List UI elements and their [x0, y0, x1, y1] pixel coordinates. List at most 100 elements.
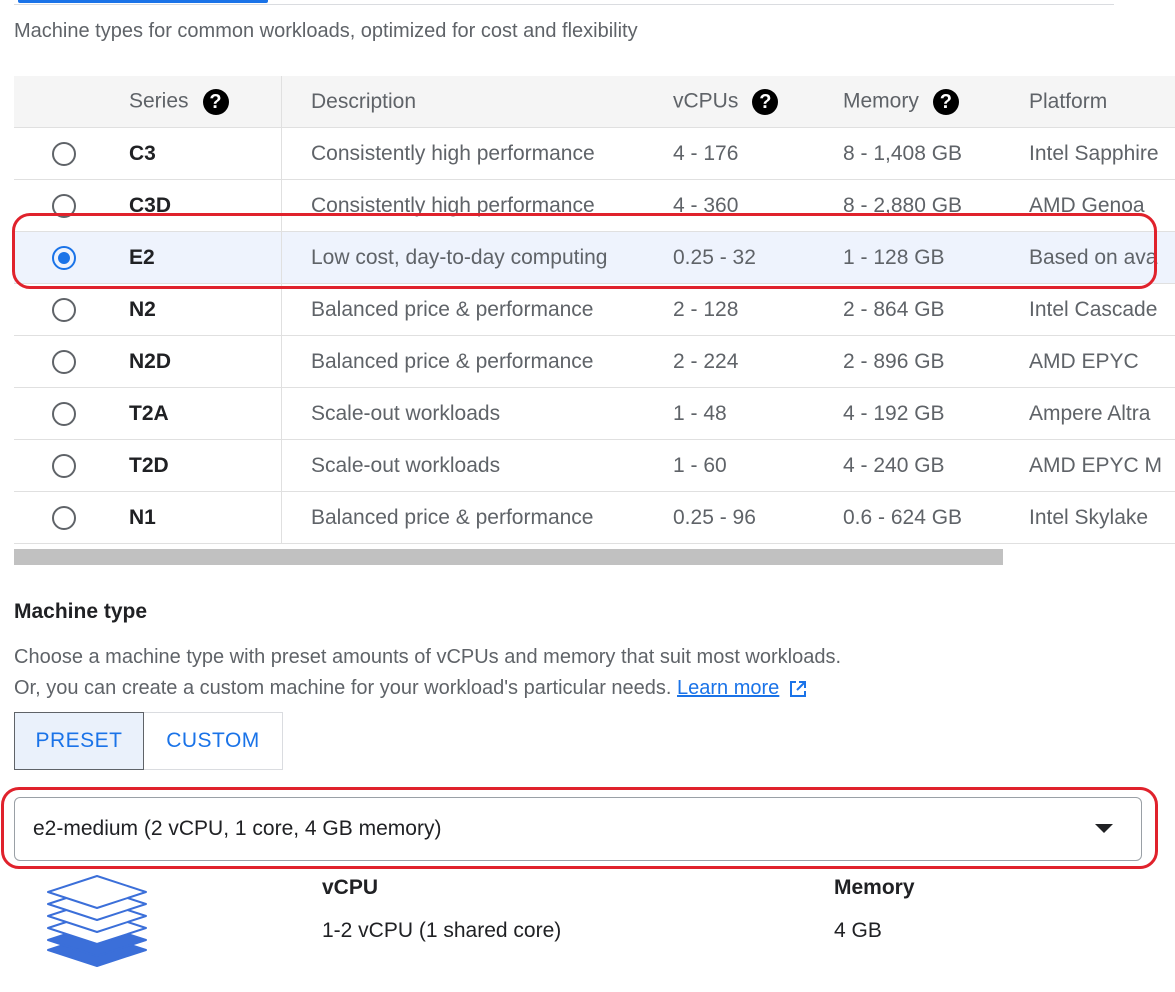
memory-spec-label: Memory	[834, 876, 915, 899]
series-radio-cell	[14, 439, 114, 492]
machine-type-select-value: e2-medium (2 vCPU, 1 core, 4 GB memory)	[33, 817, 442, 840]
series-radio-cell	[14, 283, 114, 336]
series-name: T2D	[114, 439, 282, 492]
series-description: Scale-out workloads	[281, 439, 673, 492]
series-platform: Based on ava	[1029, 231, 1175, 284]
series-description: Scale-out workloads	[281, 387, 673, 440]
series-name: C3D	[114, 179, 282, 232]
series-memory: 1 - 128 GB	[843, 231, 1029, 284]
series-name: N1	[114, 491, 282, 544]
machine-type-desc-line2-wrap: Or, you can create a custom machine for …	[14, 673, 841, 704]
table-row[interactable]: N2 Balanced price & performance 2 - 128 2 -…	[14, 283, 1175, 336]
series-platform: Intel Sapphire	[1029, 127, 1175, 180]
memory-help-icon[interactable]: ?	[932, 88, 959, 115]
radio-icon[interactable]	[52, 297, 76, 322]
series-name: E2	[114, 231, 282, 284]
series-description: Balanced price & performance	[281, 491, 673, 544]
table-row[interactable]: N2D Balanced price & performance 2 - 224 2 …	[14, 335, 1175, 388]
table-horizontal-scrollbar[interactable]	[14, 549, 1003, 565]
vcpu-spec-value: 1-2 vCPU (1 shared core)	[322, 919, 562, 942]
series-intro-text: Machine types for common workloads, opti…	[14, 20, 638, 42]
series-radio-cell	[14, 231, 114, 284]
radio-icon[interactable]	[52, 401, 76, 426]
series-platform: Intel Skylake	[1029, 491, 1175, 544]
series-name: N2	[114, 283, 282, 336]
table-header-row: Series? Description vCPUs? Memory? Platf…	[14, 76, 1175, 128]
header-series: Series?	[114, 76, 282, 128]
preset-button[interactable]: PRESET	[14, 712, 144, 770]
layers-icon	[47, 875, 147, 967]
series-vcpus: 1 - 60	[673, 439, 843, 492]
machine-series-table: Series? Description vCPUs? Memory? Platf…	[14, 76, 1175, 544]
header-description: Description	[281, 76, 673, 128]
series-vcpus: 1 - 48	[673, 387, 843, 440]
header-memory-label: Memory	[843, 89, 919, 113]
series-table-body: C3 Consistently high performance 4 - 176 8 …	[14, 127, 1175, 544]
series-vcpus: 2 - 224	[673, 335, 843, 388]
series-memory: 0.6 - 624 GB	[843, 491, 1029, 544]
header-memory: Memory?	[843, 76, 1029, 128]
series-radio-cell	[14, 491, 114, 544]
series-description: Low cost, day-to-day computing	[281, 231, 673, 284]
header-vcpus: vCPUs?	[673, 76, 843, 128]
vcpus-help-icon[interactable]: ?	[752, 88, 779, 115]
series-description: Balanced price & performance	[281, 335, 673, 388]
table-row[interactable]: T2A Scale-out workloads 1 - 48 4 - 192 GB Am…	[14, 387, 1175, 440]
series-name: C3	[114, 127, 282, 180]
radio-icon[interactable]	[52, 141, 76, 166]
series-name: T2A	[114, 387, 282, 440]
series-memory: 8 - 2,880 GB	[843, 179, 1029, 232]
radio-icon[interactable]	[52, 453, 76, 478]
series-vcpus: 0.25 - 32	[673, 231, 843, 284]
top-divider	[14, 4, 1114, 5]
machine-type-title: Machine type	[14, 600, 148, 623]
custom-button[interactable]: CUSTOM	[144, 713, 282, 769]
series-memory: 4 - 240 GB	[843, 439, 1029, 492]
header-radio-col	[14, 76, 114, 128]
active-tab-indicator	[18, 0, 268, 3]
series-radio-cell	[14, 127, 114, 180]
series-platform: AMD Genoa	[1029, 179, 1175, 232]
machine-type-desc-line2: Or, you can create a custom machine for …	[14, 677, 672, 699]
radio-icon[interactable]	[52, 505, 76, 530]
radio-icon[interactable]	[52, 193, 76, 218]
series-radio-cell	[14, 335, 114, 388]
radio-icon[interactable]	[52, 245, 76, 270]
table-row[interactable]: E2 Low cost, day-to-day computing 0.25 - 3…	[14, 231, 1175, 284]
header-platform: Platform	[1029, 76, 1175, 128]
table-row[interactable]: N1 Balanced price & performance 0.25 - 96 0…	[14, 491, 1175, 544]
table-row[interactable]: C3 Consistently high performance 4 - 176 8 …	[14, 127, 1175, 180]
machine-type-select[interactable]: e2-medium (2 vCPU, 1 core, 4 GB memory)	[14, 797, 1142, 861]
series-platform: Ampere Altra	[1029, 387, 1175, 440]
series-name: N2D	[114, 335, 282, 388]
external-link-icon[interactable]	[789, 680, 807, 698]
learn-more-link[interactable]: Learn more	[677, 677, 779, 699]
series-help-icon[interactable]: ?	[202, 88, 229, 115]
series-platform: AMD EPYC	[1029, 335, 1175, 388]
series-memory: 2 - 864 GB	[843, 283, 1029, 336]
series-memory: 4 - 192 GB	[843, 387, 1029, 440]
series-radio-cell	[14, 387, 114, 440]
vcpu-spec-label: vCPU	[322, 876, 379, 899]
series-vcpus: 0.25 - 96	[673, 491, 843, 544]
series-radio-cell	[14, 179, 114, 232]
series-vcpus: 4 - 360	[673, 179, 843, 232]
series-platform: Intel Cascade	[1029, 283, 1175, 336]
header-series-label: Series	[129, 89, 189, 113]
machine-type-desc-line1: Choose a machine type with preset amount…	[14, 646, 842, 668]
machine-type-description: Choose a machine type with preset amount…	[14, 642, 841, 704]
table-row[interactable]: T2D Scale-out workloads 1 - 60 4 - 240 GB AM…	[14, 439, 1175, 492]
table-row[interactable]: C3D Consistently high performance 4 - 360 8…	[14, 179, 1175, 232]
radio-icon[interactable]	[52, 349, 76, 374]
series-description: Consistently high performance	[281, 127, 673, 180]
machine-config-toggle: PRESET CUSTOM	[14, 712, 283, 770]
memory-spec-value: 4 GB	[834, 919, 882, 942]
header-vcpus-label: vCPUs	[673, 89, 739, 113]
series-vcpus: 4 - 176	[673, 127, 843, 180]
series-vcpus: 2 - 128	[673, 283, 843, 336]
series-memory: 8 - 1,408 GB	[843, 127, 1029, 180]
chevron-down-icon[interactable]	[1095, 824, 1113, 833]
series-description: Balanced price & performance	[281, 283, 673, 336]
series-description: Consistently high performance	[281, 179, 673, 232]
series-memory: 2 - 896 GB	[843, 335, 1029, 388]
